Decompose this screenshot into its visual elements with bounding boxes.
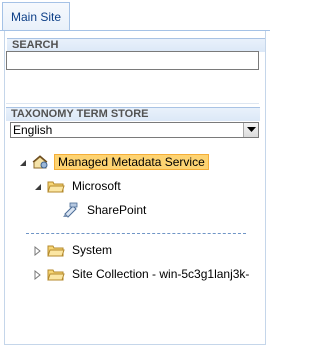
group-folder-icon bbox=[47, 242, 65, 258]
tree-node-microsoft[interactable]: Microsoft bbox=[33, 177, 124, 195]
term-set-icon bbox=[62, 202, 80, 218]
top-tab-bar: Main Site bbox=[0, 0, 270, 31]
search-header-label: SEARCH bbox=[12, 39, 59, 51]
search-section-header: SEARCH bbox=[7, 38, 265, 52]
tree-node-sharepoint[interactable]: SharePoint bbox=[62, 201, 149, 219]
search-input[interactable] bbox=[6, 51, 259, 70]
tree-node-system[interactable]: System bbox=[33, 241, 115, 259]
microsoft-label: Microsoft bbox=[72, 179, 121, 193]
tree-node-managed-metadata-service[interactable]: Managed Metadata Service bbox=[18, 153, 209, 171]
term-store-section-header: TAXONOMY TERM STORE bbox=[6, 107, 260, 121]
collapse-arrow-icon[interactable] bbox=[18, 157, 28, 167]
root-label: Managed Metadata Service bbox=[54, 154, 209, 170]
group-folder-icon bbox=[47, 178, 65, 194]
tree-node-site-collection[interactable]: Site Collection - win-5c3g1lanj3k- bbox=[33, 265, 252, 283]
term-store-icon bbox=[32, 154, 50, 170]
system-label: System bbox=[72, 243, 113, 257]
chevron-down-icon[interactable] bbox=[243, 123, 258, 137]
language-selected-value: English bbox=[13, 123, 53, 137]
collapse-arrow-icon[interactable] bbox=[33, 181, 43, 191]
term-store-header-label: TAXONOMY TERM STORE bbox=[11, 108, 149, 120]
sharepoint-label: SharePoint bbox=[87, 203, 147, 217]
search-results-strip bbox=[6, 89, 259, 104]
language-select[interactable]: English bbox=[10, 122, 259, 138]
site-collection-label: Site Collection - win-5c3g1lanj3k- bbox=[72, 267, 250, 281]
tree-divider bbox=[26, 233, 246, 234]
expand-arrow-icon[interactable] bbox=[33, 269, 43, 281]
tab-main-site[interactable]: Main Site bbox=[2, 2, 70, 31]
expand-arrow-icon[interactable] bbox=[33, 245, 43, 257]
group-folder-icon bbox=[47, 266, 65, 282]
